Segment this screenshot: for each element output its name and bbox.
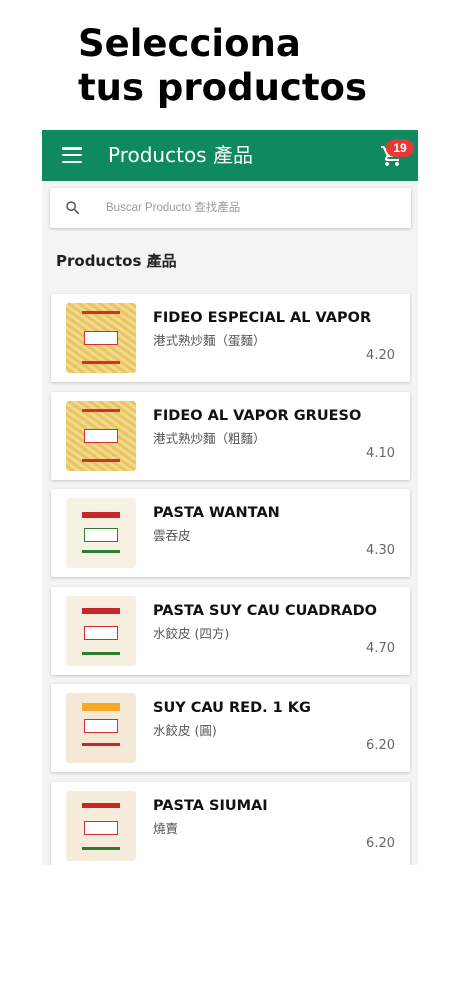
product-price: 6.20: [366, 835, 395, 851]
product-image: [66, 400, 136, 471]
cart-count-badge: 19: [386, 139, 414, 157]
product-chinese-name: 港式熟炒麵（粗麵）: [153, 430, 266, 446]
product-card[interactable]: FIDEO ESPECIAL AL VAPOR 港式熟炒麵（蛋麵） 4.20: [51, 294, 410, 382]
product-image: [66, 498, 136, 568]
product-price: 4.30: [366, 543, 395, 558]
promo-headline: Selecciona tus productos: [78, 22, 367, 110]
product-image: [66, 303, 136, 373]
product-card[interactable]: PASTA SIUMAI 燒賣 6.20: [51, 781, 410, 865]
product-chinese-name: 燒賣: [153, 820, 179, 836]
product-price: 6.20: [366, 738, 395, 753]
app-screen: Productos 產品 19 Productos 產品 FIDEO ESPEC…: [42, 130, 418, 865]
product-price: 4.10: [366, 445, 395, 461]
product-name: PASTA SUY CAU CUADRADO: [153, 602, 377, 619]
product-price: 4.20: [366, 348, 395, 363]
product-list: FIDEO ESPECIAL AL VAPOR 港式熟炒麵（蛋麵） 4.20 F…: [51, 294, 410, 865]
product-card[interactable]: FIDEO AL VAPOR GRUESO 港式熟炒麵（粗麵） 4.10: [51, 391, 410, 480]
product-price: 4.70: [366, 640, 395, 656]
product-name: FIDEO ESPECIAL AL VAPOR: [153, 310, 372, 326]
app-bar-title: Productos 產品: [108, 143, 253, 167]
product-card[interactable]: SUY CAU RED. 1 KG 水餃皮 (圓) 6.20: [51, 684, 410, 772]
product-image: [66, 595, 136, 666]
search-icon: [66, 201, 80, 215]
product-name: FIDEO AL VAPOR GRUESO: [153, 407, 362, 424]
product-name: PASTA WANTAN: [153, 505, 280, 521]
product-chinese-name: 水餃皮 (四方): [153, 625, 230, 641]
menu-icon[interactable]: [62, 147, 82, 164]
section-title: Productos 產品: [56, 252, 177, 270]
product-chinese-name: 雲吞皮: [153, 528, 191, 543]
search-input[interactable]: [106, 198, 396, 218]
search-bar[interactable]: [50, 188, 411, 228]
promo-line-1: Selecciona: [78, 22, 301, 65]
promo-line-2: tus productos: [78, 66, 367, 109]
product-chinese-name: 港式熟炒麵（蛋麵）: [153, 333, 266, 348]
product-image: [66, 693, 136, 763]
product-card[interactable]: PASTA SUY CAU CUADRADO 水餃皮 (四方) 4.70: [51, 586, 410, 675]
product-name: SUY CAU RED. 1 KG: [153, 700, 311, 716]
app-bar: Productos 產品 19: [42, 130, 418, 181]
product-name: PASTA SIUMAI: [153, 797, 268, 814]
product-image: [66, 790, 136, 861]
product-card[interactable]: PASTA WANTAN 雲吞皮 4.30: [51, 489, 410, 577]
product-chinese-name: 水餃皮 (圓): [153, 723, 217, 738]
